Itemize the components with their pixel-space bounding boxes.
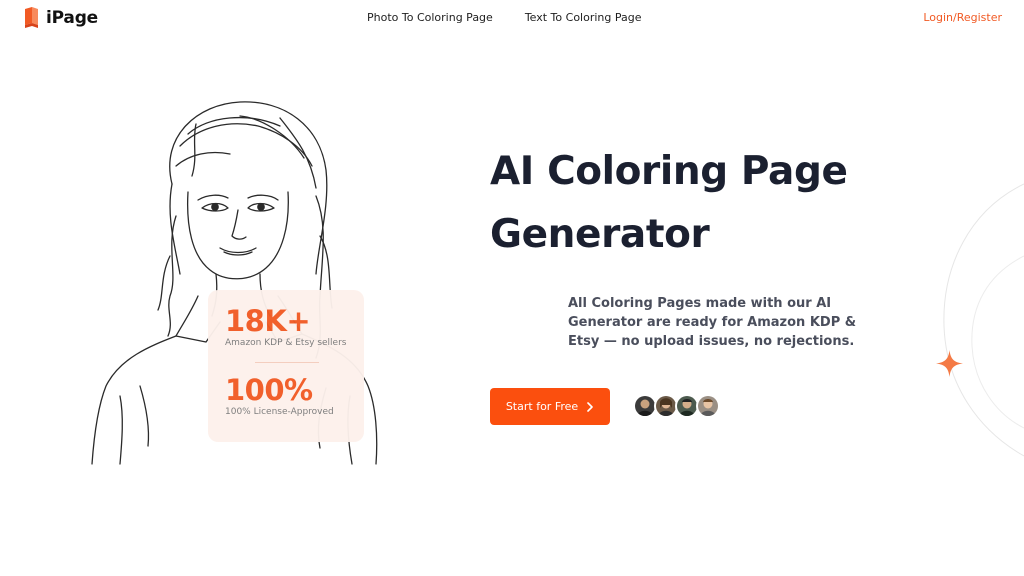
hero-title-line-2: Generator [490, 212, 710, 257]
hero-subtitle: All Coloring Pages made with our AI Gene… [568, 296, 857, 349]
login-register-link[interactable]: Login/Register [923, 11, 1002, 24]
stat-license-label: 100% License-Approved [225, 407, 334, 417]
hero-title: AI Coloring Page Generator [490, 140, 930, 266]
decorative-arcs [930, 170, 1024, 470]
hero-title-line-1: AI Coloring Page [490, 149, 848, 194]
stat-license-value: 100% [225, 373, 313, 407]
stat-sellers-label: Amazon KDP & Etsy sellers [225, 338, 347, 348]
stats-card: 18K+ Amazon KDP & Etsy sellers 100% 100%… [208, 290, 364, 442]
start-for-free-button[interactable]: Start for Free [490, 388, 610, 425]
book-logo-icon [24, 7, 39, 28]
nav-photo-to-coloring[interactable]: Photo To Coloring Page [367, 11, 493, 24]
stats-divider [255, 362, 319, 363]
brand-name: iPage [46, 7, 99, 28]
nav-text-to-coloring[interactable]: Text To Coloring Page [525, 11, 642, 24]
brand-logo[interactable]: iPage [24, 7, 98, 28]
stat-sellers-value: 18K+ [225, 304, 311, 338]
main-nav: Photo To Coloring Page Text To Coloring … [367, 11, 642, 24]
user-avatars [633, 394, 720, 418]
top-navbar: iPage Photo To Coloring Page Text To Col… [0, 0, 1024, 36]
cta-label: Start for Free [505, 400, 579, 413]
avatar [696, 394, 720, 418]
sparkle-star-icon [936, 350, 963, 381]
chevron-right-icon [586, 401, 594, 412]
